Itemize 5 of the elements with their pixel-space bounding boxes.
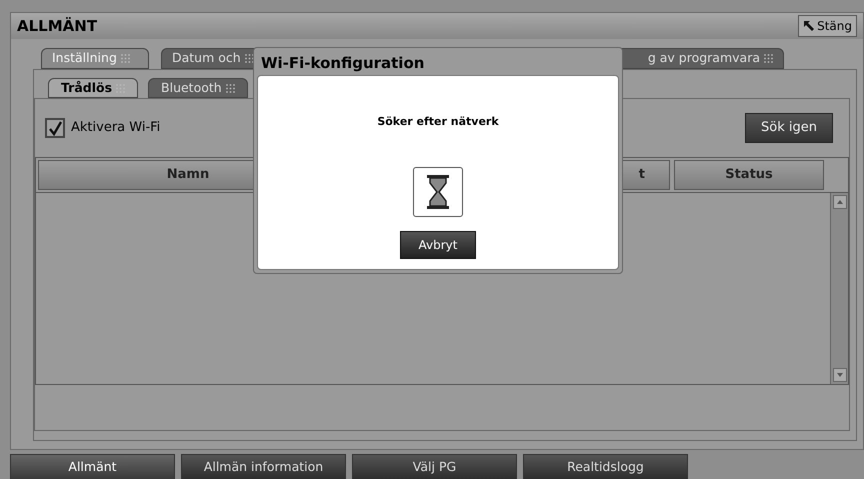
dialog-title: Wi-Fi-konfiguration — [261, 52, 424, 74]
column-header: Status — [674, 160, 824, 190]
window-title: ALLMÄNT — [17, 16, 98, 37]
wifi-label: Aktivera Wi-Fi — [71, 119, 160, 138]
dialog-message: Söker efter nätverk — [377, 114, 499, 130]
